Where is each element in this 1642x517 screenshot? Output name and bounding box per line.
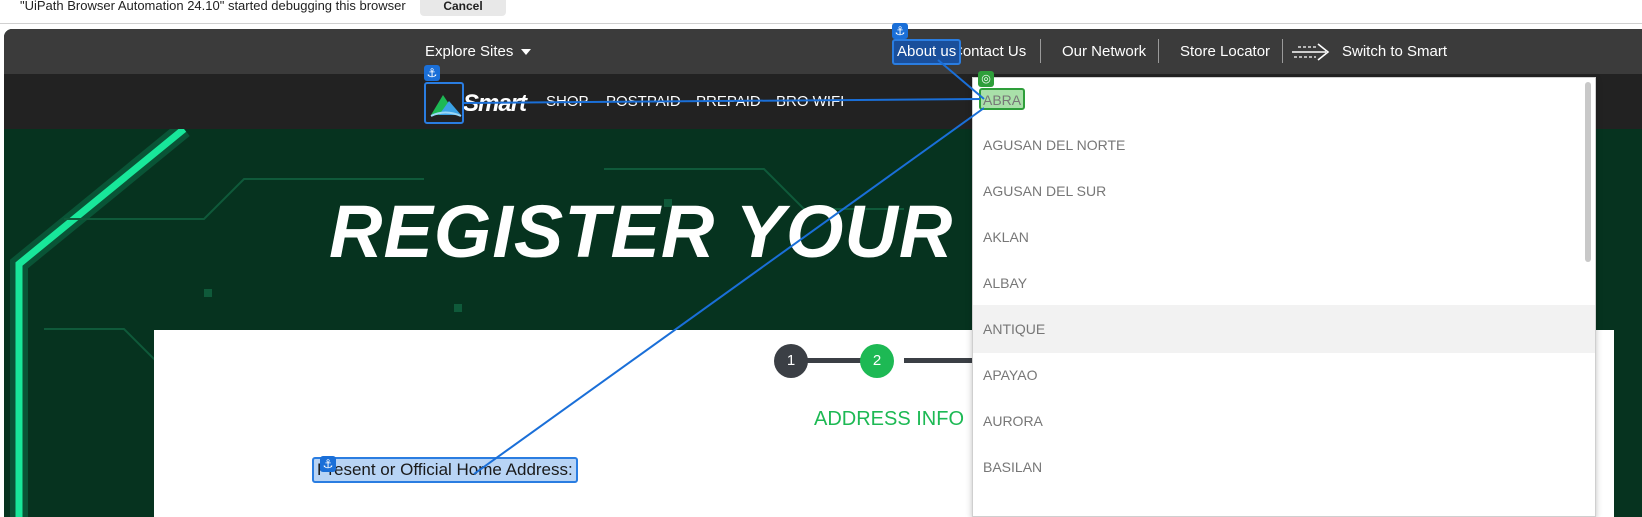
dropdown-option[interactable]: AGUSAN DEL NORTE <box>973 121 1595 169</box>
dropdown-option[interactable]: BASILAN <box>973 443 1595 491</box>
logo-highlight <box>424 82 464 124</box>
target-icon: ◎ <box>978 71 994 87</box>
nav-prepaid[interactable]: PREPAID <box>696 74 761 129</box>
contact-us-link[interactable]: Contact Us <box>952 29 1026 74</box>
explore-sites-label: Explore Sites <box>425 43 514 60</box>
divider <box>1282 39 1283 63</box>
province-dropdown[interactable]: ABRA AGUSAN DEL NORTE AGUSAN DEL SUR AKL… <box>972 77 1596 517</box>
hero-title: REGISTER YOUR SI <box>329 190 1047 273</box>
step-2: 2 <box>860 344 894 378</box>
dropdown-option[interactable]: AURORA <box>973 397 1595 445</box>
divider <box>1158 39 1159 63</box>
option-abra[interactable]: ABRA <box>979 88 1026 110</box>
nav-postpaid[interactable]: POSTPAID <box>606 74 681 129</box>
switch-to-smart-link[interactable]: Switch to Smart <box>1290 29 1447 74</box>
switch-to-smart-label: Switch to Smart <box>1342 43 1448 60</box>
dropdown-option[interactable]: ALBAY <box>973 259 1595 307</box>
anchor-icon: ⚓ <box>892 23 908 39</box>
smart-logo-text: Smart <box>463 90 527 117</box>
address-label: Present or Official Home Address: <box>312 457 578 483</box>
our-network-link[interactable]: Our Network <box>1062 29 1146 74</box>
store-locator-link[interactable]: Store Locator <box>1180 29 1270 74</box>
screen: "UiPath Browser Automation 24.10" starte… <box>0 0 1642 517</box>
step-1: 1 <box>774 344 808 378</box>
explore-sites-menu[interactable]: Explore Sites <box>425 29 532 74</box>
switch-arrow-icon <box>1292 43 1330 61</box>
infobar-message: "UiPath Browser Automation 24.10" starte… <box>20 0 406 13</box>
dropdown-option[interactable]: ABRA <box>973 78 1595 126</box>
divider <box>1040 39 1041 63</box>
dropdown-option[interactable]: AGUSAN DEL SUR <box>973 167 1595 215</box>
utility-bar: Explore Sites Contact Us Our Network Sto… <box>4 29 1642 74</box>
nav-bro-wifi[interactable]: BRO WIFI <box>776 74 844 129</box>
section-title: ADDRESS INFO <box>814 408 965 430</box>
nav-shop[interactable]: SHOP <box>546 74 589 129</box>
anchor-icon: ⚓ <box>320 456 336 472</box>
dropdown-scrollbar[interactable] <box>1585 82 1591 262</box>
dropdown-option[interactable]: AKLAN <box>973 213 1595 261</box>
debug-infobar: "UiPath Browser Automation 24.10" starte… <box>0 0 1642 24</box>
cancel-debug-button[interactable]: Cancel <box>420 0 506 16</box>
dropdown-option[interactable]: APAYAO <box>973 351 1595 399</box>
dropdown-option[interactable]: ANTIQUE <box>973 305 1595 353</box>
chevron-down-icon <box>521 49 532 56</box>
anchor-icon: ⚓ <box>424 65 440 81</box>
about-us-link[interactable]: About us <box>892 39 962 65</box>
